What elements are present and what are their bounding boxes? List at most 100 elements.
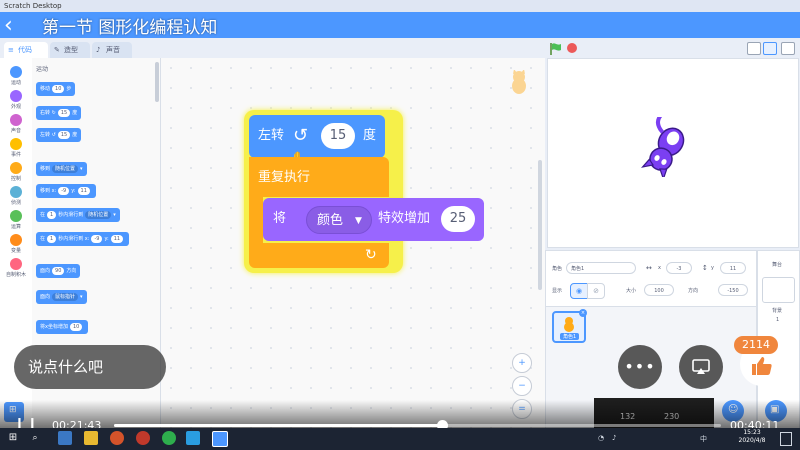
block-input[interactable]: 11 — [110, 235, 124, 243]
y-input[interactable]: 11 — [720, 262, 746, 274]
category-events[interactable]: 事件 — [0, 138, 32, 158]
block-text: 方向 — [66, 268, 77, 274]
palette-block-glide-xy[interactable]: 在 1 秒内滑行到 x: -9 y: 11 — [36, 232, 130, 246]
more-button[interactable]: ••• — [618, 345, 662, 389]
block-text: 右转 — [40, 110, 51, 116]
large-stage-icon[interactable] — [763, 42, 777, 55]
category-looks[interactable]: 外观 — [0, 90, 32, 110]
category-dot-icon — [10, 138, 22, 150]
palette-block-point-direction[interactable]: 面向 90 方向 — [36, 264, 81, 278]
palette-scrollbar[interactable] — [155, 62, 159, 102]
category-my-blocks[interactable]: 自制积木 — [0, 258, 32, 278]
hide-sprite-eye-icon[interactable]: ⊘ — [587, 283, 605, 299]
category-dot-icon — [10, 234, 22, 246]
scratch-app-icon[interactable] — [212, 431, 228, 447]
block-text: y: — [104, 236, 109, 242]
block-input[interactable]: 10 — [52, 85, 65, 93]
block-input[interactable]: 1 — [47, 211, 57, 219]
category-label: 运动 — [10, 80, 21, 86]
turn-left-icon: ↺ — [293, 125, 309, 146]
palette-block-glide[interactable]: 在 1 秒内滑行到 随机位置 ▾ — [36, 208, 120, 222]
sprite-card[interactable]: 角色1 × — [552, 309, 587, 343]
block-text: 秒内滑行到 — [58, 212, 84, 218]
block-input[interactable]: 15 — [57, 109, 71, 117]
taskbar-clock[interactable]: 15:23 2020/4/8 — [730, 429, 774, 445]
block-text: 秒内滑行到 x: — [58, 236, 90, 242]
green-flag-icon[interactable] — [549, 42, 563, 56]
direction-input[interactable]: -150 — [718, 284, 748, 296]
sprite-name-input[interactable]: 角色1 — [566, 262, 636, 274]
notification-icon[interactable] — [780, 432, 792, 446]
workspace-scrollbar[interactable] — [538, 160, 542, 290]
palette-block-turn-right[interactable]: 右转 ↻ 15 度 — [36, 106, 82, 120]
sprite-info-panel: 角色 角色1 ↔ x -3 ↕ y 11 显示 ◉ ⊘ 大小 100 方向 -1… — [545, 250, 757, 308]
qq-icon[interactable] — [186, 431, 200, 445]
progress-bar[interactable] — [114, 420, 721, 431]
backdrop-thumbnail[interactable] — [762, 277, 795, 303]
block-dropdown[interactable]: 随机位置 — [52, 165, 79, 173]
turn-degrees-input[interactable]: 15 — [321, 123, 355, 149]
cast-button[interactable] — [679, 345, 723, 389]
delete-sprite-icon[interactable]: × — [579, 309, 587, 317]
block-input[interactable]: -9 — [91, 235, 103, 243]
palette-block-goto-xy[interactable]: 移到 x: -9 y: 11 — [36, 184, 96, 198]
category-control[interactable]: 控制 — [0, 162, 32, 182]
turn-right-icon: ↻ — [51, 110, 56, 116]
block-input[interactable]: 11 — [77, 187, 90, 195]
palette-block-turn-left[interactable]: 左转 ↺ 15 度 — [36, 128, 82, 142]
x-input[interactable]: -3 — [666, 262, 692, 274]
stop-icon[interactable] — [567, 43, 577, 53]
fullscreen-icon[interactable] — [781, 42, 795, 55]
block-dropdown[interactable]: 鼠标指针 — [52, 293, 79, 301]
stage-canvas[interactable] — [547, 58, 799, 248]
category-dot-icon — [10, 90, 22, 102]
palette-block-point-towards[interactable]: 面向 鼠标指针 ▾ — [36, 290, 87, 304]
block-text: 度 — [72, 110, 78, 116]
sprite-card-label: 角色1 — [560, 333, 580, 340]
script-block-change-effect[interactable]: 将 特效增加 25 — [263, 198, 484, 241]
block-text: 移到 x: — [40, 188, 57, 194]
tab-code[interactable]: ≡ 代码 — [4, 42, 48, 58]
sound-icon: ♪ — [96, 46, 101, 54]
palette-block-move[interactable]: 移动 10 步 — [36, 82, 76, 96]
tab-costumes[interactable]: ✎ 造型 — [50, 42, 90, 58]
palette-block-goto[interactable]: 移到 随机位置 ▾ — [36, 162, 87, 176]
block-input[interactable]: -9 — [58, 187, 70, 195]
sprite-cat-icon[interactable] — [636, 117, 700, 177]
ime-indicator[interactable]: 中 — [700, 434, 707, 444]
browser-icon[interactable] — [110, 431, 124, 445]
block-input[interactable]: 15 — [57, 131, 71, 139]
windows-start-icon[interactable]: ⊞ — [6, 431, 20, 445]
wechat-icon[interactable] — [162, 431, 176, 445]
effect-amount-input[interactable]: 25 — [441, 206, 475, 232]
zoom-in-button[interactable]: + — [512, 353, 532, 373]
script-block-turn-left[interactable]: 左转 ↺ 15 度 — [249, 115, 385, 158]
small-stage-icon[interactable] — [747, 42, 761, 55]
block-input[interactable]: 10 — [69, 323, 83, 331]
block-input[interactable]: 1 — [47, 235, 57, 243]
palette-block-change-x[interactable]: 将x坐标增加 10 — [36, 320, 89, 334]
block-input[interactable]: 90 — [52, 267, 65, 275]
folder-icon[interactable] — [84, 431, 98, 445]
comment-input[interactable]: 说点什么吧 — [14, 345, 166, 389]
zoom-out-button[interactable]: − — [512, 376, 532, 396]
tab-sounds[interactable]: ♪ 声音 — [92, 42, 132, 58]
category-label: 控制 — [10, 176, 21, 182]
category-operators[interactable]: 运算 — [0, 210, 32, 230]
media-icon[interactable] — [136, 431, 150, 445]
show-sprite-eye-icon[interactable]: ◉ — [570, 283, 588, 299]
taskbar-app-icon[interactable] — [58, 431, 72, 445]
block-dropdown[interactable]: 随机位置 — [85, 211, 112, 219]
category-motion[interactable]: 运动 — [0, 66, 32, 86]
script-block-forever[interactable]: 重复执行 — [249, 157, 389, 197]
loop-arrow-icon: ↻ — [365, 247, 377, 263]
category-sound[interactable]: 声音 — [0, 114, 32, 134]
size-input[interactable]: 100 — [644, 284, 674, 296]
back-arrow-icon[interactable]: ‹ — [4, 14, 13, 38]
search-icon[interactable]: ⌕ — [28, 431, 42, 445]
editor-tabs: ≡ 代码 ✎ 造型 ♪ 声音 — [0, 38, 160, 58]
category-label: 自制积木 — [5, 272, 26, 278]
effect-dropdown[interactable]: 颜色 ▼ — [306, 206, 372, 234]
category-variables[interactable]: 变量 — [0, 234, 32, 254]
category-sensing[interactable]: 侦测 — [0, 186, 32, 206]
